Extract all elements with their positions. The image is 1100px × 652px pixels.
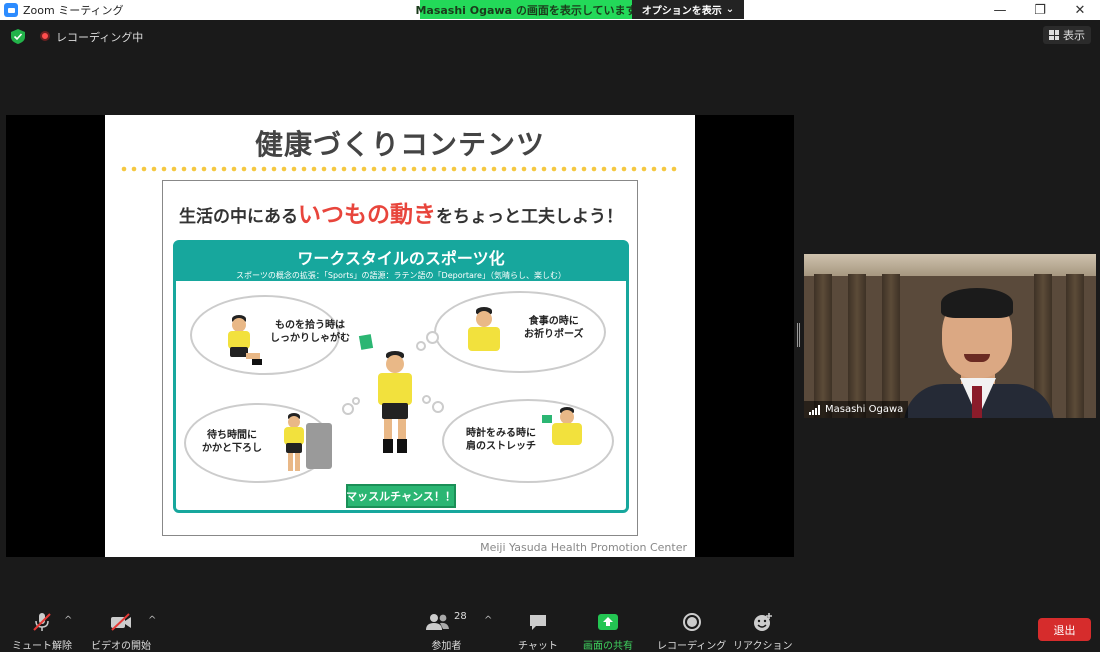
minimize-button[interactable]: — bbox=[980, 0, 1020, 20]
title-bar: Zoom ミーティング Masashi Ogawa の画面を表示しています オプ… bbox=[0, 0, 1100, 20]
headline-prefix: 生活の中にある bbox=[179, 207, 298, 227]
workstyle-sports-panel: ワークスタイルのスポーツ化 スポーツの概念の拡張：「Sports」の語源：ラテン… bbox=[173, 240, 629, 513]
video-background-ceiling bbox=[804, 254, 1096, 276]
bubble-4-line2: 肩のストレッチ bbox=[466, 441, 536, 452]
security-shield-icon[interactable] bbox=[11, 29, 25, 44]
chat-button[interactable]: チャット bbox=[518, 612, 558, 652]
chat-label: チャット bbox=[518, 641, 558, 652]
view-layout-button[interactable]: 表示 bbox=[1043, 26, 1091, 44]
slide-title: 健康づくりコンテンツ bbox=[254, 128, 545, 161]
view-options-button[interactable]: オプションを表示 ⌄ bbox=[632, 0, 744, 19]
speaker-tie bbox=[972, 386, 982, 418]
video-off-icon bbox=[109, 612, 133, 632]
add-reaction-icon bbox=[752, 612, 774, 632]
panel-title: ワークスタイルのスポーツ化 bbox=[297, 249, 505, 268]
share-screen-button[interactable]: 画面の共有 bbox=[583, 612, 633, 652]
recording-status: レコーディング中 bbox=[56, 31, 144, 44]
audio-options-caret[interactable]: ^ bbox=[64, 615, 72, 626]
panel-subtitle: スポーツの概念の拡張：「Sports」の語源：ラテン語の「Deportare」（… bbox=[236, 271, 566, 280]
bubble-1-line1: ものを拾う時は bbox=[275, 320, 345, 331]
participant-name-tag: Masashi Ogawa bbox=[804, 401, 909, 418]
start-video-label: ビデオの開始 bbox=[91, 641, 151, 652]
window-title: Zoom ミーティング bbox=[23, 4, 124, 17]
bubble-4-text: 時計をみる時に 肩のストレッチ bbox=[466, 427, 536, 453]
slide-headline: 生活の中にあるいつもの動きをちょっと工夫しよう！ bbox=[163, 195, 639, 229]
shared-screen: 健康づくりコンテンツ 生活の中にあるいつもの動きをちょっと工夫しよう！ ワークス… bbox=[6, 115, 794, 557]
zoom-meeting-window: Zoom ミーティング Masashi Ogawa の画面を表示しています オプ… bbox=[0, 0, 1100, 652]
participants-icon-row: 28 bbox=[426, 610, 467, 632]
thought-puff bbox=[426, 331, 439, 344]
thought-puff bbox=[342, 403, 354, 415]
share-screen-label: 画面の共有 bbox=[583, 641, 633, 652]
zoom-app-icon bbox=[4, 3, 18, 17]
leave-meeting-button[interactable]: 退出 bbox=[1038, 618, 1091, 641]
microphone-muted-icon bbox=[31, 612, 53, 632]
meeting-toolbar: ミュート解除 ^ ビデオの開始 ^ 28 参加者 ^ チャット 画面の共有 レコ… bbox=[0, 604, 1100, 652]
bubble-2-text: 食事の時に お祈りポーズ bbox=[524, 315, 584, 341]
screen-share-banner: Masashi Ogawa の画面を表示しています bbox=[415, 0, 637, 19]
view-options-label: オプションを表示 bbox=[641, 6, 722, 17]
participants-count: 28 bbox=[454, 610, 467, 622]
dotted-divider bbox=[119, 166, 679, 172]
bubble-1-line2: しっかりしゃがむ bbox=[270, 333, 350, 344]
participants-options-caret[interactable]: ^ bbox=[484, 615, 492, 626]
record-label: レコーディング bbox=[657, 641, 727, 652]
chat-bubble-icon bbox=[528, 612, 548, 632]
thought-puff bbox=[416, 341, 426, 351]
record-icon bbox=[682, 612, 702, 632]
reactions-label: リアクション bbox=[733, 641, 793, 652]
participants-button[interactable]: 28 参加者 bbox=[426, 610, 467, 652]
participant-name: Masashi Ogawa bbox=[825, 404, 904, 415]
speaker-hair bbox=[941, 288, 1013, 318]
bubble-2-line1: 食事の時に bbox=[528, 316, 579, 327]
bubble-2-line2: お祈りポーズ bbox=[524, 329, 584, 340]
view-layout-label: 表示 bbox=[1063, 29, 1085, 42]
record-button[interactable]: レコーディング bbox=[657, 612, 726, 652]
recording-dot-icon bbox=[40, 31, 50, 41]
muscle-chance-label: マッスルチャンス！！ bbox=[346, 484, 456, 508]
speaker-mouth bbox=[964, 354, 990, 362]
headline-highlight: いつもの動き bbox=[298, 202, 436, 228]
slide-credit: Meiji Yasuda Health Promotion Center bbox=[480, 541, 687, 554]
bubble-1-text: ものを拾う時は しっかりしゃがむ bbox=[270, 319, 350, 345]
headline-suffix: をちょっと工夫しよう！ bbox=[436, 207, 623, 227]
restore-button[interactable]: ❐ bbox=[1020, 0, 1060, 20]
participants-label: 参加者 bbox=[431, 641, 462, 652]
unmute-button[interactable]: ミュート解除 bbox=[12, 612, 72, 652]
thought-puff bbox=[352, 397, 360, 405]
signal-strength-icon bbox=[809, 404, 820, 415]
panel-resize-handle[interactable] bbox=[797, 323, 800, 347]
participants-icon bbox=[426, 614, 449, 630]
bubble-3-line2: かかと下ろし bbox=[202, 443, 262, 454]
slide-content-frame: 生活の中にあるいつもの動きをちょっと工夫しよう！ ワークスタイルのスポーツ化 ス… bbox=[162, 180, 638, 536]
reactions-button[interactable]: リアクション bbox=[733, 612, 793, 652]
participant-video-tile[interactable]: Masashi Ogawa bbox=[804, 254, 1096, 418]
thought-puff bbox=[432, 401, 444, 413]
thought-puff bbox=[422, 395, 431, 404]
unmute-label: ミュート解除 bbox=[12, 641, 72, 652]
panel-header: ワークスタイルのスポーツ化 スポーツの概念の拡張：「Sports」の語源：ラテン… bbox=[176, 243, 626, 281]
bubble-4-line1: 時計をみる時に bbox=[466, 428, 536, 439]
presentation-slide: 健康づくりコンテンツ 生活の中にあるいつもの動きをちょっと工夫しよう！ ワークス… bbox=[105, 115, 695, 557]
bubble-3-text: 待ち時間に かかと下ろし bbox=[202, 429, 262, 455]
share-screen-icon bbox=[597, 612, 619, 632]
grid-view-icon bbox=[1049, 30, 1059, 40]
video-options-caret[interactable]: ^ bbox=[148, 615, 156, 626]
close-button[interactable]: ✕ bbox=[1060, 0, 1100, 20]
chevron-down-icon: ⌄ bbox=[725, 4, 735, 15]
start-video-button[interactable]: ビデオの開始 bbox=[91, 612, 151, 652]
bubble-3-line1: 待ち時間に bbox=[207, 430, 257, 441]
